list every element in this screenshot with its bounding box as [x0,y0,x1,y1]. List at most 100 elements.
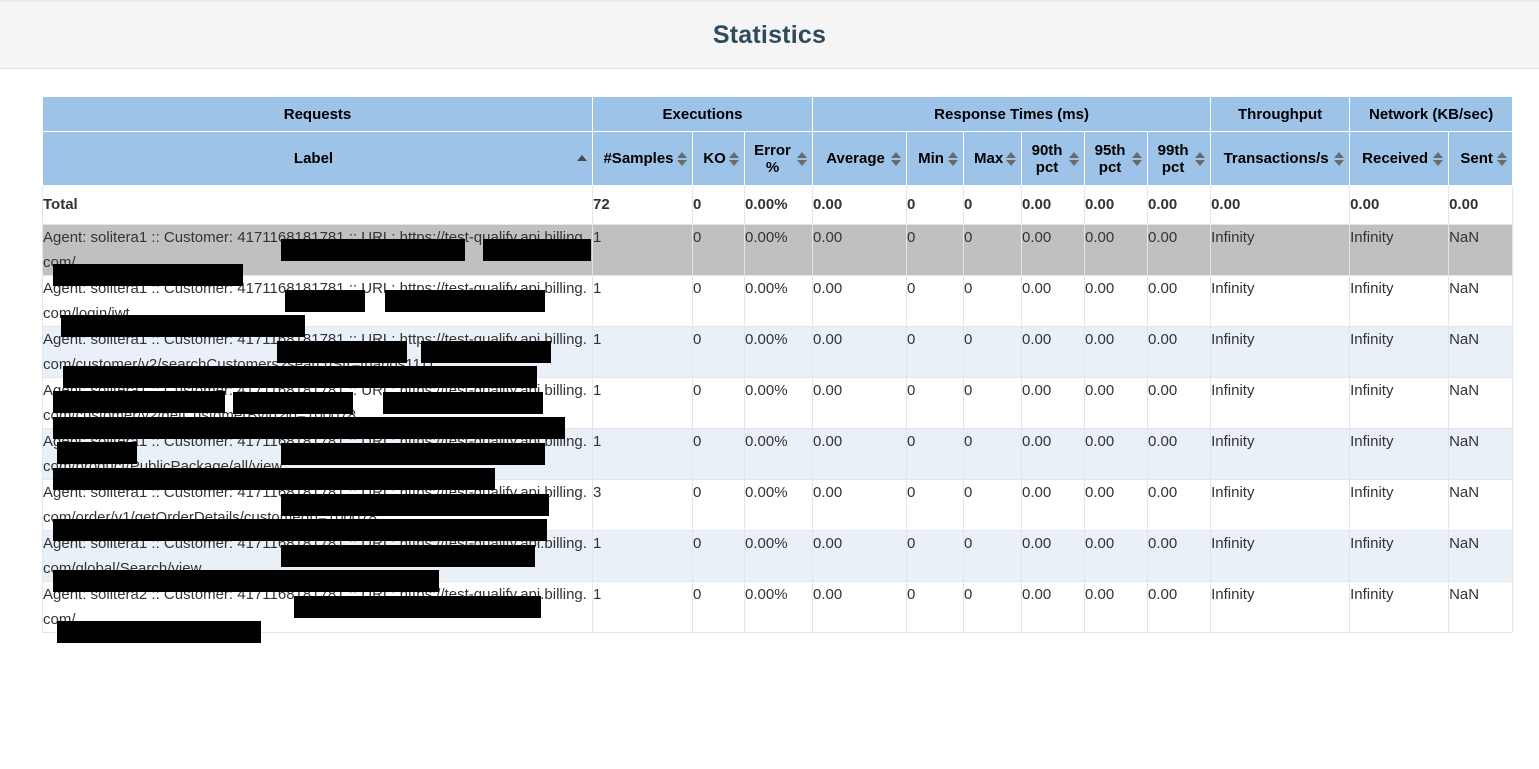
cell-max: 0 [963,326,1023,378]
table-body: Total 72 0 0.00% 0.00 0 0 0.00 0.00 0.00 0.00 0.00 0… [42,185,1514,643]
cell-pct95: 0.00 [1084,224,1149,276]
cell-ko: 0 [692,377,745,429]
cell-transactions-per-s: Infinity [1210,479,1351,531]
cell-pct95: 0.00 [1084,326,1149,378]
cell-pct99: 0.00 [1147,530,1212,582]
column-header-error[interactable]: Error % [743,131,814,186]
column-header-label: Label [293,150,334,167]
table-row[interactable]: Agent: solitera1 :: Customer: 4171168181… [42,224,1514,286]
group-header-executions: Executions [591,96,814,132]
table-row[interactable]: Agent: solitera1 :: Customer: 4171168181… [42,377,1514,464]
cell-pct90: 0.00 [1021,479,1086,531]
table-row[interactable]: Agent: solitera1 :: Customer: 4171168181… [42,530,1514,592]
cell-pct90: 0.00 [1021,185,1086,225]
cell-transactions-per-s: Infinity [1210,530,1351,582]
column-header-label[interactable]: Label [42,131,593,186]
triangle-down-icon [891,159,902,166]
cell-max: 0 [963,479,1023,531]
cell-average: 0.00 [812,185,908,225]
cell-pct90: 0.00 [1021,581,1086,633]
triangle-down-icon [948,159,959,166]
cell-pct90: 0.00 [1021,224,1086,276]
cell-label: Agent: solitera1 :: Customer: 4171168181… [42,428,593,490]
column-header-99th-pct[interactable]: 99th pct [1147,131,1212,186]
cell-average: 0.00 [812,275,908,327]
cell-min: 0 [906,530,965,582]
triangle-up-icon [1195,151,1206,158]
triangle-down-icon [729,159,739,166]
page-header: Statistics [0,0,1539,69]
request-label-text: Agent: solitera1 :: Customer: 4171168181… [43,229,587,271]
cell-transactions-per-s: Infinity [1210,326,1351,378]
cell-pct95: 0.00 [1084,530,1149,582]
sort-both-icon[interactable] [1334,151,1345,167]
column-header-row: Label #Samples KO Error % Average Min Max 90th p… [42,131,1514,186]
table-row[interactable]: Agent: solitera1 :: Customer: 4171168181… [42,275,1514,337]
cell-max: 0 [963,185,1023,225]
column-header-average[interactable]: Average [812,131,908,186]
cell-error-pct: 0.00% [743,428,814,480]
sort-both-icon[interactable] [1006,151,1017,167]
cell-average: 0.00 [812,326,908,378]
column-header-max[interactable]: Max [963,131,1023,186]
cell-average: 0.00 [812,428,908,480]
sort-both-icon[interactable] [948,151,959,167]
sort-both-icon[interactable] [1132,151,1143,167]
sort-both-icon[interactable] [891,151,902,167]
cell-average: 0.00 [812,224,908,276]
table-head: Requests Executions Response Times (ms) Thr… [42,96,1514,186]
table-row-total: Total 72 0 0.00% 0.00 0 0 0.00 0.00 0.00 0.00 0.00 0… [42,185,1514,225]
table-row[interactable]: Agent: solitera1 :: Customer: 4171168181… [42,428,1514,490]
sort-both-icon[interactable] [1069,151,1080,167]
cell-sent: NaN [1448,275,1514,327]
table-row[interactable]: Agent: solitera1 :: Customer: 4171168181… [42,479,1514,541]
column-header-sent[interactable]: Sent [1448,131,1514,186]
sort-both-icon[interactable] [1433,151,1444,167]
sort-both-icon[interactable] [1497,151,1508,167]
sort-both-icon[interactable] [677,151,687,167]
request-label-text: Agent: solitera2 :: Customer: 4171168181… [43,586,587,628]
cell-average: 0.00 [812,581,908,633]
sort-ascending-icon[interactable] [577,151,587,167]
column-header-received[interactable]: Received [1349,131,1450,186]
triangle-down-icon [1006,159,1017,166]
triangle-down-icon [1433,159,1444,166]
cell-label: Agent: solitera1 :: Customer: 4171168181… [42,479,593,541]
cell-label: Agent: solitera1 :: Customer: 4171168181… [42,224,593,286]
cell-sent: NaN [1448,326,1514,378]
request-label-text: Agent: solitera1 :: Customer: 4171168181… [43,484,587,526]
cell-sent: NaN [1448,530,1514,582]
cell-pct90: 0.00 [1021,530,1086,582]
cell-average: 0.00 [812,479,908,531]
cell-min: 0 [906,224,965,276]
cell-error-pct: 0.00% [743,581,814,633]
group-header-network-kb-sec: Network (KB/sec) [1349,96,1514,132]
cell-label: Total [42,185,593,225]
sort-both-icon[interactable] [729,151,739,167]
triangle-down-icon [1132,159,1143,166]
cell-max: 0 [963,377,1023,429]
column-header-ko[interactable]: KO [692,131,745,186]
triangle-up-icon [1132,151,1143,158]
column-header-90th-pct[interactable]: 90th pct [1021,131,1086,186]
cell-pct90: 0.00 [1021,428,1086,480]
request-label-text: Agent: solitera1 :: Customer: 4171168181… [43,280,587,322]
group-header-row: Requests Executions Response Times (ms) Thr… [42,96,1514,132]
cell-min: 0 [906,581,965,633]
cell-error-pct: 0.00% [743,185,814,225]
cell-received: Infinity [1349,530,1450,582]
cell-ko: 0 [692,479,745,531]
cell-ko: 0 [692,581,745,633]
table-row[interactable]: Agent: solitera1 :: Customer: 4171168181… [42,326,1514,413]
cell-sent: 0.00 [1448,185,1514,225]
redaction-bar [57,621,261,643]
column-header-samples[interactable]: #Samples [592,131,693,186]
cell-pct99: 0.00 [1147,428,1212,480]
sort-both-icon[interactable] [797,151,808,167]
triangle-down-icon [1195,159,1206,166]
table-row[interactable]: Agent: solitera2 :: Customer: 4171168181… [42,581,1514,643]
column-header-95th-pct[interactable]: 95th pct [1084,131,1149,186]
column-header-min[interactable]: Min [906,131,965,186]
column-header-transactions-s[interactable]: Transactions/s [1210,131,1351,186]
sort-both-icon[interactable] [1195,151,1206,167]
